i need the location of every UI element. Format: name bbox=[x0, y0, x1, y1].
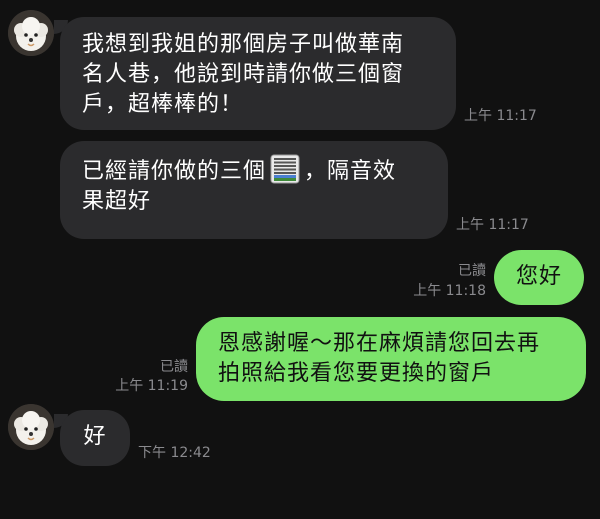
message-bubble-incoming[interactable]: 好 bbox=[60, 410, 130, 466]
message-timestamp: 上午 11:17 bbox=[456, 217, 529, 233]
avatar[interactable] bbox=[8, 10, 54, 56]
message-timestamp: 下午 12:42 bbox=[138, 445, 211, 461]
message-bubble-outgoing[interactable]: 恩感謝喔～那在麻煩請您回去再 拍照給我看您要更換的窗戶 bbox=[196, 317, 586, 401]
read-receipt: 已讀 bbox=[458, 263, 486, 279]
message-timestamp: 上午 11:17 bbox=[464, 108, 537, 124]
message-text-line: 我想到我姐的那個房子叫做華南 bbox=[82, 32, 405, 57]
message-bubble-incoming[interactable]: 我想到我姐的那個房子叫做華南 名人巷，他說到時請你做三個窗 戶，超棒棒的！ bbox=[60, 17, 456, 130]
read-receipt: 已讀 bbox=[160, 359, 188, 375]
message-text: 已經請你做的三個 bbox=[82, 159, 267, 184]
message-text-line: 拍照給我看您要更換的窗戶 bbox=[218, 361, 495, 386]
message-text-line: 名人巷，他說到時請你做三個窗 bbox=[82, 62, 405, 87]
message-text: ，隔音效 bbox=[304, 159, 397, 184]
message-bubble-incoming[interactable]: 已經請你做的三個 ，隔音效 果超好 bbox=[60, 141, 448, 239]
window-blinds-icon bbox=[270, 154, 300, 184]
avatar[interactable] bbox=[8, 404, 54, 450]
message-text-line: 果超好 bbox=[82, 189, 152, 214]
message-timestamp: 上午 11:19 bbox=[115, 378, 188, 394]
white-dog-avatar-icon bbox=[8, 10, 54, 56]
message-text-line: 恩感謝喔～那在麻煩請您回去再 bbox=[218, 331, 541, 356]
message-bubble-outgoing[interactable]: 您好 bbox=[494, 250, 584, 305]
message-text-line: 戶，超棒棒的！ bbox=[82, 92, 244, 117]
message-text: 好 bbox=[83, 424, 107, 449]
white-dog-avatar-icon bbox=[8, 404, 54, 450]
message-text: 您好 bbox=[515, 264, 562, 289]
message-timestamp: 上午 11:18 bbox=[413, 283, 486, 299]
